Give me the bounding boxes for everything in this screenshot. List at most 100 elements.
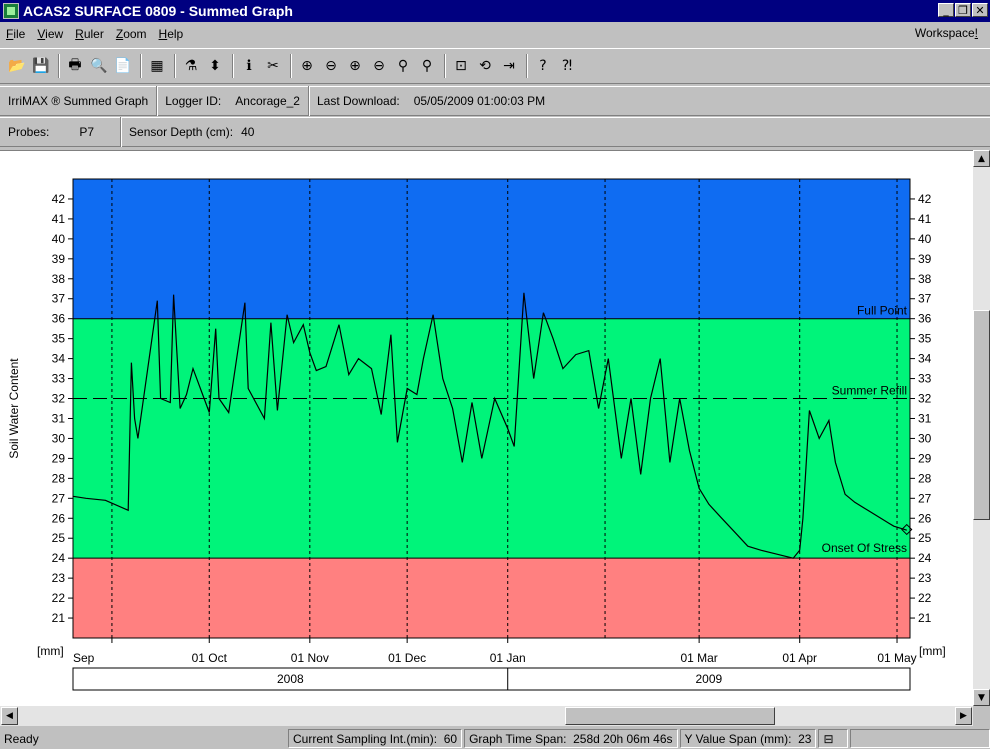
probe-disabled-icon[interactable]: ✂ xyxy=(262,55,284,77)
y-tick-label-right: 26 xyxy=(918,511,932,525)
x-tick-label: Sep xyxy=(73,651,95,665)
zoom-window-icon[interactable]: ⊡ xyxy=(450,55,472,77)
y-tick-label-right: 25 xyxy=(918,531,932,545)
menu-ruler-accel: R xyxy=(75,27,84,41)
product-name: IrriMAX ® Summed Graph xyxy=(0,86,158,116)
context-help-icon[interactable]: ⁈ xyxy=(556,55,578,77)
zoom-reset-icon[interactable]: ⟲ xyxy=(474,55,496,77)
sensor-icon[interactable]: ⚗ xyxy=(180,55,202,77)
x-tick-label: 01 Dec xyxy=(388,651,426,665)
vertical-scrollbar[interactable]: ▲ ▼ xyxy=(973,150,990,706)
y-tick-label-left: 39 xyxy=(52,252,66,266)
y-tick-label-right: 38 xyxy=(918,272,932,286)
close-button[interactable]: ✕ xyxy=(972,3,988,17)
y-tick-label-right: 41 xyxy=(918,212,932,226)
goto-end-icon[interactable]: ⇥ xyxy=(498,55,520,77)
y-tick-label-right: 37 xyxy=(918,292,932,306)
calculator-icon[interactable]: ▦ xyxy=(146,55,168,77)
scroll-left-button[interactable]: ◀ xyxy=(1,707,18,725)
vertical-scroll-thumb[interactable] xyxy=(973,310,990,520)
x-tick-label: 01 May xyxy=(877,651,916,665)
y-tick-label-right: 34 xyxy=(918,352,932,366)
y-tick-label-left: 30 xyxy=(52,431,66,445)
horizontal-scrollbar[interactable]: ◀ ▶ xyxy=(0,706,973,726)
y-tick-label-left: 37 xyxy=(52,292,66,306)
y-tick-label-right: 36 xyxy=(918,312,932,326)
sensor-detail-icon[interactable]: ⬍ xyxy=(204,55,226,77)
menu-help[interactable]: Help xyxy=(153,27,190,41)
probe-info-bar: Probes: P7 Sensor Depth (cm): 40 xyxy=(0,117,990,147)
menu-view[interactable]: View xyxy=(31,27,69,41)
y-tick-label-left: 26 xyxy=(52,511,66,525)
toolbar-separator xyxy=(58,54,60,78)
zoom-range-icon[interactable]: ⚲ xyxy=(416,55,438,77)
scroll-down-button[interactable]: ▼ xyxy=(973,689,990,706)
menu-bar: File View Ruler Zoom Help Workspace! xyxy=(0,22,990,46)
y-tick-label-right: 35 xyxy=(918,332,932,346)
y-tick-label-left: 34 xyxy=(52,352,66,366)
menu-view-label: iew xyxy=(45,27,64,41)
menu-workspace-label: Workspace xyxy=(914,26,975,40)
sensor-depth-value: 40 xyxy=(241,125,255,139)
menu-ruler[interactable]: Ruler xyxy=(69,27,110,41)
probes-label: Probes: xyxy=(8,125,50,139)
status-bar: Ready Current Sampling Int.(min): 60 Gra… xyxy=(0,728,990,749)
window-title: ACAS2 SURFACE 0809 - Summed Graph xyxy=(23,3,293,19)
scroll-up-button[interactable]: ▲ xyxy=(973,150,990,167)
y-tick-label-left: 22 xyxy=(52,591,66,605)
y-tick-label-left: 31 xyxy=(52,411,66,425)
status-sampling-interval: Current Sampling Int.(min): 60 xyxy=(288,729,463,748)
y-tick-label-right: 24 xyxy=(918,551,932,565)
minimize-button[interactable]: _ xyxy=(938,3,954,17)
chart-band-0 xyxy=(73,179,910,319)
zoom-baseline-icon[interactable]: ⚲ xyxy=(392,55,414,77)
summed-graph-chart[interactable]: Full Point Summer Refill Onset Of Stress 21… xyxy=(0,151,973,707)
graph-area[interactable]: Full Point Summer Refill Onset Of Stress 21… xyxy=(0,150,990,706)
y-tick-label-right: 28 xyxy=(918,471,932,485)
y-tick-label-left: 42 xyxy=(52,192,66,206)
x-tick-label: 01 Mar xyxy=(680,651,717,665)
menu-zoom-label: oom xyxy=(123,27,147,41)
print-preview-icon[interactable]: 🔍 xyxy=(88,55,110,77)
y-tick-label-right: 30 xyxy=(918,431,932,445)
logger-id-value: Ancorage_2 xyxy=(235,94,300,108)
horizontal-scroll-thumb[interactable] xyxy=(565,707,775,725)
logger-id: Logger ID: Ancorage_2 xyxy=(157,86,309,116)
status-ready: Ready xyxy=(4,731,39,746)
zoom-out-y-icon[interactable]: ⊖ xyxy=(368,55,390,77)
menu-help-label: elp xyxy=(167,27,184,41)
save-icon[interactable]: 💾 xyxy=(30,55,52,77)
y-tick-label-left: 28 xyxy=(52,471,66,485)
y-tick-label-right: 42 xyxy=(918,192,932,206)
help-icon[interactable]: ? xyxy=(532,55,554,77)
menu-workspace[interactable]: Workspace! xyxy=(909,26,984,40)
status-graph-time-span: Graph Time Span: 258d 20h 06m 46s xyxy=(464,729,678,748)
toolbar: 📂 💾 🖶 🔍 📄 ▦ ⚗ ⬍ ℹ ✂ ⊕ ⊖ ⊕ ⊖ ⚲ ⚲ ⊡ ⟲ ⇥? ⁈ xyxy=(0,48,990,84)
y-tick-label-left: 33 xyxy=(52,372,66,386)
y-tick-label-right: 23 xyxy=(918,571,932,585)
y-tick-label-right: 31 xyxy=(918,411,932,425)
print-icon[interactable]: 🖶 xyxy=(64,55,86,77)
toolbar-separator xyxy=(290,54,292,78)
probe-info-icon[interactable]: ℹ xyxy=(238,55,260,77)
y-tick-label-left: 24 xyxy=(52,551,66,565)
open-icon[interactable]: 📂 xyxy=(6,55,28,77)
reference-line-label: Onset Of Stress xyxy=(822,541,907,555)
scroll-corner xyxy=(973,706,990,726)
zoom-in-y-icon[interactable]: ⊕ xyxy=(344,55,366,77)
status-indicator-icon: ⊟ xyxy=(818,729,849,748)
scroll-right-button[interactable]: ▶ xyxy=(955,707,972,725)
menu-zoom[interactable]: Zoom xyxy=(110,27,153,41)
unit-label-left: [mm] xyxy=(37,644,64,658)
document-icon[interactable]: 📄 xyxy=(112,55,134,77)
app-icon[interactable] xyxy=(3,3,19,19)
zoom-out-x-icon[interactable]: ⊖ xyxy=(320,55,342,77)
reference-line-label: Full Point xyxy=(857,304,908,318)
menu-file[interactable]: File xyxy=(0,27,31,41)
title-bar[interactable]: ACAS2 SURFACE 0809 - Summed Graph _ ❐ ✕ xyxy=(0,0,990,22)
window-controls: _ ❐ ✕ xyxy=(937,3,988,17)
zoom-in-x-icon[interactable]: ⊕ xyxy=(296,55,318,77)
maximize-button[interactable]: ❐ xyxy=(955,3,971,17)
logger-info-bar: IrriMAX ® Summed Graph Logger ID: Ancora… xyxy=(0,86,990,116)
sensor-depth: Sensor Depth (cm): 40 xyxy=(121,117,262,147)
